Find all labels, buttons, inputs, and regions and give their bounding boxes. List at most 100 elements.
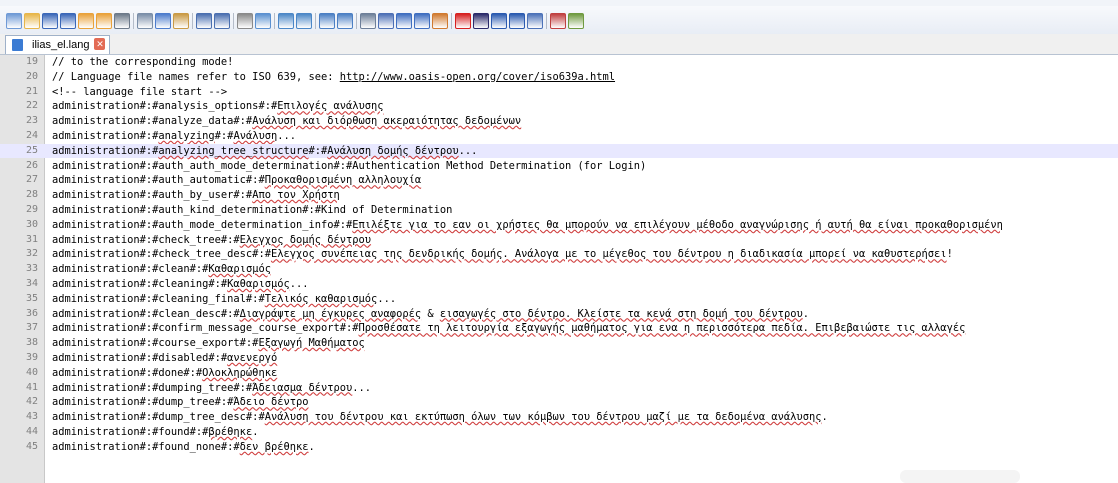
code-line[interactable]: 45 administration#:#found_none#:#δεν βρέθ…: [0, 440, 1118, 454]
code-text: #:#: [308, 144, 328, 157]
find-icon[interactable]: [237, 13, 253, 29]
code-line[interactable]: 40 administration#:#done#:#Ολοκληρώθηκε: [0, 366, 1118, 380]
save-all-icon[interactable]: [60, 13, 76, 29]
function-list-icon[interactable]: [432, 13, 448, 29]
open-file-icon[interactable]: [24, 13, 40, 29]
line-text: administration#:#auth_by_user#:#Απο τον …: [52, 188, 340, 202]
new-file-icon[interactable]: [6, 13, 22, 29]
code-line[interactable]: 19 // to the corresponding mode!: [0, 55, 1118, 69]
code-text: administration#:#dump_tree#:#: [52, 396, 234, 409]
line-number: 42: [25, 396, 38, 408]
toolbar-separator: [315, 13, 316, 29]
show-all-chars-icon[interactable]: [378, 13, 394, 29]
code-line[interactable]: 22 administration#:#analysis_options#:#Επ…: [0, 99, 1118, 113]
doc-map-icon[interactable]: [414, 13, 430, 29]
line-number: 38: [25, 337, 38, 349]
play-multiple-macro-icon[interactable]: [509, 13, 525, 29]
zoom-in-icon[interactable]: [278, 13, 294, 29]
code-line[interactable]: 27 administration#:#auth_automatic#:#Προκ…: [0, 173, 1118, 187]
stop-macro-icon[interactable]: [473, 13, 489, 29]
code-text: administration#:#auth_automatic#:#: [52, 174, 265, 187]
extra-plugin-icon[interactable]: [568, 13, 584, 29]
save-icon[interactable]: [42, 13, 58, 29]
line-number: 43: [25, 411, 38, 423]
paste-icon[interactable]: [173, 13, 189, 29]
close-all-icon[interactable]: [96, 13, 112, 29]
code-line[interactable]: 35 administration#:#cleaning_final#:#Τελι…: [0, 292, 1118, 306]
code-line[interactable]: 29 administration#:#auth_kind_determinati…: [0, 203, 1118, 217]
file-tab[interactable]: ilias_el.lang ✕: [5, 35, 111, 54]
code-line[interactable]: 32 administration#:#check_tree_desc#:#Ελε…: [0, 247, 1118, 261]
code-line[interactable]: 38 administration#:#course_export#:#Εξαγω…: [0, 336, 1118, 350]
code-line[interactable]: 43 administration#:#dump_tree_desc#:#Ανάλ…: [0, 410, 1118, 424]
status-blur: [900, 470, 1020, 483]
spellcheck-text: βρέθηκε: [208, 426, 253, 438]
code-line[interactable]: 39 administration#:#disabled#:#ανενεργό: [0, 351, 1118, 365]
copy-icon[interactable]: [155, 13, 171, 29]
toolbar-separator: [133, 13, 134, 29]
spellcheck-text: Καθαρισμός: [227, 278, 290, 290]
sync-horizontal-icon[interactable]: [337, 13, 353, 29]
line-text: // Language file names refer to ISO 639,…: [52, 70, 615, 84]
indent-guide-icon[interactable]: [396, 13, 412, 29]
file-tab-label: ilias_el.lang: [32, 39, 90, 51]
code-line[interactable]: 28 administration#:#auth_by_user#:#Απο το…: [0, 188, 1118, 202]
code-line[interactable]: 25 administration#:#analyzing_tree_struct…: [0, 143, 1118, 158]
play-macro-icon[interactable]: [491, 13, 507, 29]
spellcheck-text: analyzing_tree_structure: [158, 144, 309, 157]
print-icon[interactable]: [114, 13, 130, 29]
line-text: administration#:#disabled#:#ανενεργό: [52, 351, 277, 365]
zoom-out-icon[interactable]: [296, 13, 312, 29]
spellcheck-text: Προκαθορισμένη αλληλουχία: [264, 174, 422, 187]
code-line[interactable]: 34 administration#:#cleaning#:#Καθαρισμός…: [0, 277, 1118, 291]
sync-vertical-icon[interactable]: [319, 13, 335, 29]
spell-check-icon[interactable]: [550, 13, 566, 29]
replace-icon[interactable]: [255, 13, 271, 29]
code-line[interactable]: 33 administration#:#clean#:#Καθαρισμός: [0, 262, 1118, 276]
word-wrap-icon[interactable]: [360, 13, 376, 29]
toolbar-separator: [233, 13, 234, 29]
spellcheck-text: Επιλέξτε για το εαν οι χρήστες θα μπορού…: [352, 218, 1003, 231]
toolbar-separator: [546, 13, 547, 29]
code-text: .: [802, 307, 809, 320]
line-number: 28: [25, 189, 38, 201]
code-text: // Language file names refer to ISO 639,…: [52, 70, 340, 83]
code-line[interactable]: 44 administration#:#found#:#βρέθηκε.: [0, 425, 1118, 439]
code-line[interactable]: 24 administration#:#analyzing#:#Ανάλυση..…: [0, 129, 1118, 143]
code-text: !: [946, 248, 953, 261]
record-macro-icon[interactable]: [455, 13, 471, 29]
code-line[interactable]: 26 administration#:#auth_auth_mode_determ…: [0, 159, 1118, 173]
code-line[interactable]: 23 administration#:#analyze_data#:#Ανάλυσ…: [0, 114, 1118, 128]
code-line[interactable]: 31 administration#:#check_tree#:#Ελεγχος …: [0, 233, 1118, 247]
code-line[interactable]: 30 administration#:#auth_mode_determinati…: [0, 218, 1118, 232]
line-number: 31: [25, 233, 38, 245]
code-text: <!-- language file start -->: [52, 85, 228, 98]
line-text: administration#:#dumping_tree#:#Άδειασμα…: [52, 381, 371, 395]
code-text: administration#:#auth_auth_mode_determin…: [52, 159, 647, 172]
line-text: administration#:#dump_tree_desc#:#Ανάλυσ…: [52, 410, 828, 424]
undo-icon[interactable]: [196, 13, 212, 29]
code-line[interactable]: 20 // Language file names refer to ISO 63…: [0, 70, 1118, 84]
line-number: 20: [25, 70, 38, 82]
save-macro-icon[interactable]: [527, 13, 543, 29]
code-text: administration#:#done#:#: [52, 366, 203, 379]
code-line[interactable]: 42 administration#:#dump_tree#:#Άδειο δέν…: [0, 395, 1118, 409]
code-line[interactable]: 41 administration#:#dumping_tree#:#Άδειασ…: [0, 381, 1118, 395]
cut-icon[interactable]: [137, 13, 153, 29]
close-icon[interactable]: ✕: [94, 38, 106, 50]
spellcheck-text: Ανάλυση: [233, 130, 278, 142]
line-text: administration#:#done#:#Ολοκληρώθηκε: [52, 366, 277, 380]
code-text: #:#: [214, 130, 234, 142]
code-line[interactable]: 21 <!-- language file start -->: [0, 85, 1118, 99]
line-number: 23: [25, 115, 38, 127]
code-line[interactable]: 37 administration#:#confirm_message_cours…: [0, 321, 1118, 335]
close-icon[interactable]: [78, 13, 94, 29]
code-line[interactable]: 36 administration#:#clean_desc#:#Διαγράψτ…: [0, 307, 1118, 321]
url-link[interactable]: http://www.oasis-open.org/cover/iso639a.…: [340, 71, 615, 83]
code-text: administration#:#check_tree#:#: [52, 233, 240, 246]
spellcheck-text: Ανάλυση και διόρθωση ακεραιότητας δεδομέ…: [252, 115, 522, 128]
line-text: administration#:#course_export#:#Εξαγωγή…: [52, 336, 365, 350]
code-text: administration#:#cleaning#:#: [52, 278, 228, 290]
redo-icon[interactable]: [214, 13, 230, 29]
code-editor[interactable]: 19 // to the corresponding mode! 20 // Lang…: [0, 55, 1118, 483]
